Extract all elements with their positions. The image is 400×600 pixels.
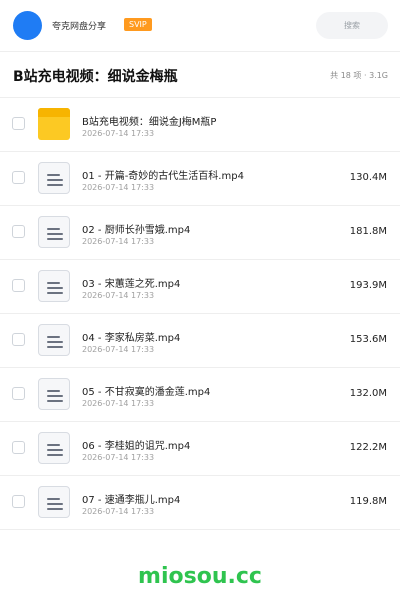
item-date: 2026-07-14 17:33 (82, 237, 155, 246)
item-date: 2026-07-14 17:33 (82, 453, 155, 462)
select-checkbox[interactable] (12, 117, 25, 130)
document-icon (38, 378, 70, 410)
item-date: 2026-07-14 17:33 (82, 507, 155, 516)
page-title: B站充电视频：细说金梅瓶 (13, 69, 178, 85)
folder-icon (38, 108, 70, 140)
username: 夸克网盘分享 (52, 22, 107, 32)
item-size: 130.4M (349, 172, 387, 183)
item-name: 05 - 不甘寂寞的潘金莲.mp4 (82, 387, 211, 398)
list-item-folder[interactable]: B站充电视频：细说金J梅M瓶P 2026-07-14 17:33 (0, 98, 400, 152)
item-size: 193.9M (349, 280, 387, 291)
list-item-file[interactable]: 06 - 李桂姐的诅咒.mp4 2026-07-14 17:33 122.2M (0, 422, 400, 476)
item-date: 2026-07-14 17:33 (82, 345, 155, 354)
item-date: 2026-07-14 17:33 (82, 183, 155, 192)
folder-summary: 共 18 项 · 3.1G (330, 71, 388, 80)
document-icon (38, 486, 70, 518)
search-input[interactable]: 搜索 (316, 12, 388, 39)
item-name: 06 - 李桂姐的诅咒.mp4 (82, 441, 191, 452)
list-item-file[interactable]: 03 - 宋蕙莲之死.mp4 2026-07-14 17:33 193.9M (0, 260, 400, 314)
list-item-file[interactable]: 04 - 李家私房菜.mp4 2026-07-14 17:33 153.6M (0, 314, 400, 368)
select-checkbox[interactable] (12, 225, 25, 238)
item-date: 2026-07-14 17:33 (82, 291, 155, 300)
item-name: 07 - 速通李瓶儿.mp4 (82, 495, 181, 506)
list-item-file[interactable]: 02 - 厨师长孙雪娥.mp4 2026-07-14 17:33 181.8M (0, 206, 400, 260)
select-checkbox[interactable] (12, 171, 25, 184)
document-icon (38, 324, 70, 356)
avatar[interactable] (13, 11, 42, 40)
document-icon (38, 162, 70, 194)
item-name: 01 - 开篇-奇妙的古代生活百科.mp4 (82, 171, 244, 182)
top-bar: 夸克网盘分享 SVIP 搜索 (0, 0, 400, 52)
item-size: 119.8M (349, 496, 387, 507)
file-list: B站充电视频：细说金J梅M瓶P 2026-07-14 17:33 01 - 开篇… (0, 98, 400, 530)
list-item-file[interactable]: 05 - 不甘寂寞的潘金莲.mp4 2026-07-14 17:33 132.0… (0, 368, 400, 422)
item-name: B站充电视频：细说金J梅M瓶P (82, 117, 217, 128)
item-date: 2026-07-14 17:33 (82, 399, 155, 408)
item-date: 2026-07-14 17:33 (82, 129, 155, 138)
select-checkbox[interactable] (12, 279, 25, 292)
select-checkbox[interactable] (12, 441, 25, 454)
select-checkbox[interactable] (12, 495, 25, 508)
document-icon (38, 270, 70, 302)
item-size: 122.2M (349, 442, 387, 453)
item-name: 03 - 宋蕙莲之死.mp4 (82, 279, 181, 290)
item-name: 04 - 李家私房菜.mp4 (82, 333, 181, 344)
item-size: 132.0M (349, 388, 387, 399)
document-icon (38, 216, 70, 248)
list-item-file[interactable]: 01 - 开篇-奇妙的古代生活百科.mp4 2026-07-14 17:33 1… (0, 152, 400, 206)
item-size: 153.6M (349, 334, 387, 345)
document-icon (38, 432, 70, 464)
svip-badge: SVIP (124, 18, 152, 31)
footer-brand: miosou.cc (138, 564, 262, 589)
select-checkbox[interactable] (12, 387, 25, 400)
folder-header: B站充电视频：细说金梅瓶 共 18 项 · 3.1G (0, 52, 400, 98)
select-checkbox[interactable] (12, 333, 25, 346)
item-name: 02 - 厨师长孙雪娥.mp4 (82, 225, 191, 236)
item-size: 181.8M (349, 226, 387, 237)
list-item-file[interactable]: 07 - 速通李瓶儿.mp4 2026-07-14 17:33 119.8M (0, 476, 400, 530)
